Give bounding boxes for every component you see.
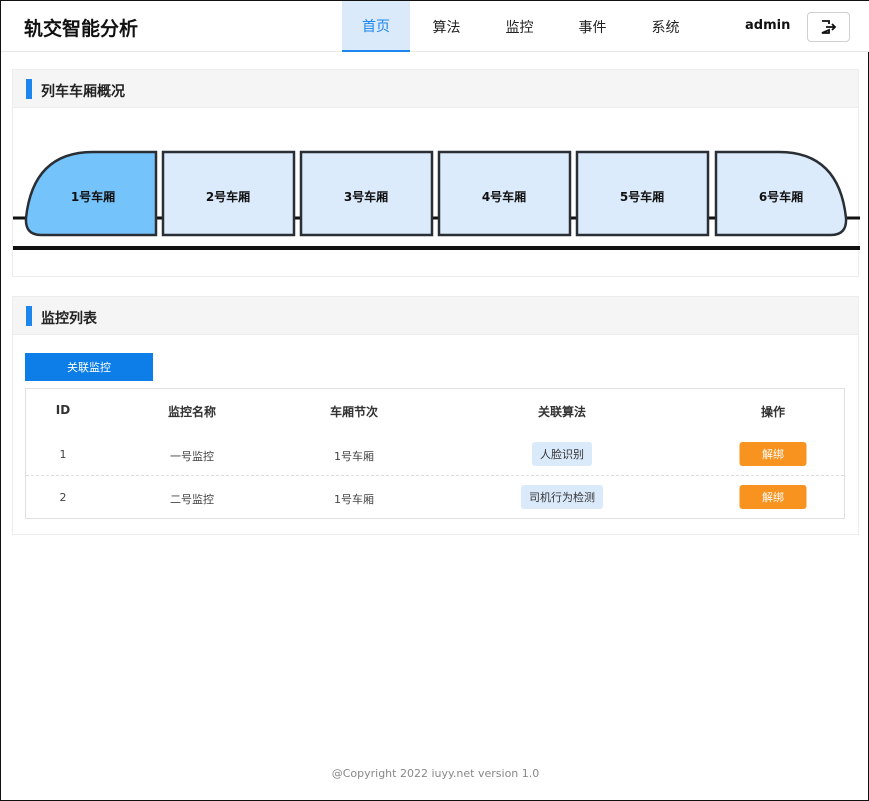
train-diagram — [13, 150, 860, 250]
panel-header: 监控列表 — [13, 297, 858, 335]
column-header-action: 操作 — [760, 405, 786, 419]
panel-header: 列车车厢概况 — [13, 70, 858, 108]
app-frame: 轨交智能分析 首页 算法 监控 事件 系统 admin 列车车厢概况 1号车厢 … — [0, 0, 869, 801]
unbind-button[interactable]: 解绑 — [739, 442, 807, 466]
column-header-car: 车厢节次 — [329, 405, 379, 419]
cell-name: 二号监控 — [170, 493, 214, 506]
nav-item-system[interactable]: 系统 — [629, 1, 702, 52]
car-label-3[interactable]: 3号车厢 — [326, 188, 406, 205]
add-monitor-button[interactable]: 关联监控 — [25, 353, 153, 381]
car-label-5[interactable]: 5号车厢 — [602, 188, 682, 205]
panel-accent-bar — [26, 79, 32, 99]
monitor-list-panel: 监控列表 关联监控 ID 监控名称 车厢节次 关联算法 操作 1 一号监控 1号… — [12, 296, 859, 535]
main-nav: 首页 算法 监控 事件 系统 — [342, 1, 702, 52]
car-label-2[interactable]: 2号车厢 — [188, 188, 268, 205]
column-header-name: 监控名称 — [167, 405, 217, 419]
cell-car: 1号车厢 — [334, 493, 374, 506]
cell-name: 一号监控 — [170, 450, 214, 463]
nav-item-event[interactable]: 事件 — [556, 1, 629, 52]
cell-car: 1号车厢 — [334, 450, 374, 463]
monitor-table: ID 监控名称 车厢节次 关联算法 操作 1 一号监控 1号车厢 人脸识别 解绑… — [25, 388, 845, 519]
footer-copyright: @Copyright 2022 iuyy.net version 1.0 — [331, 767, 540, 780]
logout-button[interactable] — [807, 12, 850, 42]
cell-id: 2 — [59, 491, 67, 504]
nav-item-algorithm[interactable]: 算法 — [410, 1, 483, 52]
panel-title: 监控列表 — [41, 311, 97, 327]
panel-accent-bar — [26, 306, 32, 326]
table-row: 2 二号监控 1号车厢 司机行为检测 解绑 — [26, 476, 844, 519]
algorithm-tag: 司机行为检测 — [521, 485, 603, 509]
unbind-button[interactable]: 解绑 — [739, 485, 807, 509]
algorithm-tag: 人脸识别 — [532, 442, 592, 466]
app-title: 轨交智能分析 — [24, 18, 139, 40]
column-header-id: ID — [55, 403, 71, 417]
logout-icon — [821, 20, 836, 34]
train-overview-panel: 列车车厢概况 1号车厢 2号车厢 3号车厢 4号车厢 5号车厢 6号车厢 — [12, 69, 860, 277]
car-label-4[interactable]: 4号车厢 — [464, 188, 544, 205]
column-header-algorithm: 关联算法 — [537, 405, 587, 419]
car-label-6[interactable]: 6号车厢 — [741, 188, 821, 205]
nav-item-monitor[interactable]: 监控 — [483, 1, 556, 52]
top-header: 轨交智能分析 首页 算法 监控 事件 系统 admin — [1, 1, 869, 52]
nav-item-home[interactable]: 首页 — [342, 1, 410, 52]
cell-id: 1 — [59, 448, 67, 461]
username: admin — [745, 18, 791, 33]
table-row: 1 一号监控 1号车厢 人脸识别 解绑 — [26, 433, 844, 476]
panel-title: 列车车厢概况 — [41, 84, 125, 100]
car-label-1[interactable]: 1号车厢 — [53, 188, 133, 205]
